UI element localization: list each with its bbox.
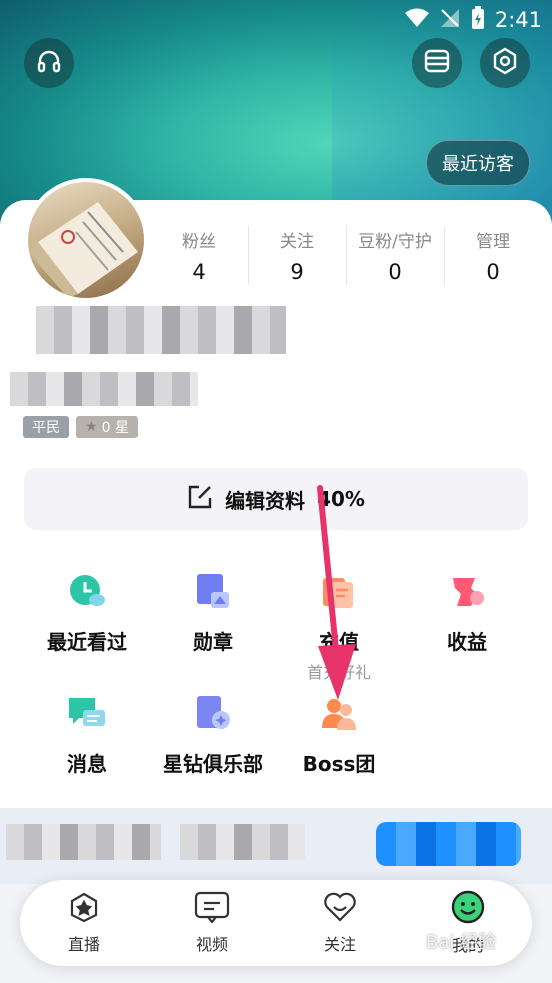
income-item[interactable]: 收益: [404, 572, 530, 655]
star-badge: ★ 0 星: [76, 416, 138, 438]
recent-viewed-item[interactable]: 最近看过: [24, 572, 150, 655]
video-icon: [194, 891, 230, 927]
battery-icon: [471, 5, 485, 35]
headphones-button[interactable]: [24, 38, 74, 88]
stats-row: 粉丝 4 关注 9 豆粉/守护 0 管理 0: [150, 222, 542, 288]
smile-icon: [451, 890, 485, 928]
banner-text-redacted: [6, 824, 161, 860]
edit-profile-label: 编辑资料: [225, 488, 306, 513]
avatar[interactable]: [24, 178, 148, 302]
clock-time: 2:41: [494, 8, 542, 32]
headphones-icon: [36, 48, 62, 78]
stat-label: 粉丝: [182, 231, 216, 252]
stat-following[interactable]: 关注 9: [248, 222, 346, 288]
tab-video[interactable]: 视频: [148, 880, 276, 966]
recharge-icon: [319, 572, 359, 612]
wifi-icon: [404, 8, 429, 33]
grid-label: 勋章: [193, 630, 233, 654]
messages-item[interactable]: 消息: [24, 694, 150, 777]
tab-label: 关注: [323, 935, 356, 954]
diamond-club-icon: [193, 694, 233, 734]
username-redacted: [36, 306, 286, 354]
status-bar: 2:41: [404, 5, 542, 35]
stat-value: 0: [486, 259, 500, 284]
message-icon: [67, 694, 107, 734]
stat-label: 管理: [476, 231, 510, 252]
medal-icon: [193, 572, 233, 612]
stat-label: 关注: [280, 231, 314, 252]
stat-value: 0: [388, 259, 402, 284]
grid-label: 最近看过: [47, 630, 127, 654]
medal-item[interactable]: 勋章: [150, 572, 276, 655]
star-badge-label: 0 星: [101, 420, 129, 436]
stat-label: 豆粉/守护: [358, 231, 432, 252]
live-icon: [68, 891, 100, 927]
tab-label: 直播: [67, 935, 100, 954]
clock-icon: [67, 572, 107, 612]
stat-managers[interactable]: 管理 0: [444, 222, 542, 288]
recent-visitors-button[interactable]: 最近访客: [426, 140, 530, 186]
stat-fans[interactable]: 粉丝 4: [150, 222, 248, 288]
banner-action-redacted[interactable]: [376, 822, 521, 866]
grid-label: 充值: [319, 630, 359, 654]
user-id-redacted: [10, 372, 198, 406]
edit-profile-progress: 40%: [317, 487, 365, 511]
grid-label: 消息: [67, 752, 107, 776]
income-icon: [447, 572, 487, 612]
boss-group-item[interactable]: Boss团: [276, 694, 402, 777]
edit-icon: [187, 484, 213, 515]
grid-label: 收益: [447, 630, 487, 654]
banner-text-redacted: [180, 824, 305, 860]
recharge-item[interactable]: 充值 首充好礼: [276, 572, 402, 683]
tab-follow[interactable]: 关注: [276, 880, 404, 966]
no-signal-icon: [439, 7, 461, 34]
level-badge: 平民: [23, 416, 69, 438]
stat-value: 4: [192, 259, 206, 284]
boss-group-icon: [319, 694, 359, 734]
gear-icon: [491, 47, 519, 79]
diamond-club-item[interactable]: 星钻俱乐部: [150, 694, 276, 777]
promo-banner[interactable]: [0, 808, 552, 884]
list-icon: [424, 49, 450, 77]
star-icon: ★: [85, 419, 98, 435]
edit-profile-button[interactable]: 编辑资料 40%: [24, 468, 528, 530]
menu-button[interactable]: [412, 38, 462, 88]
heart-icon: [323, 891, 357, 927]
tab-label: 视频: [195, 935, 228, 954]
recharge-subtitle: 首充好礼: [306, 663, 371, 682]
tab-live[interactable]: 直播: [20, 880, 148, 966]
grid-label: Boss团: [302, 752, 376, 776]
settings-button[interactable]: [480, 38, 530, 88]
watermark: Bai 经验: [426, 932, 497, 953]
stat-value: 9: [290, 259, 304, 284]
grid-label: 星钻俱乐部: [163, 752, 263, 776]
stat-guardians[interactable]: 豆粉/守护 0: [346, 222, 444, 288]
